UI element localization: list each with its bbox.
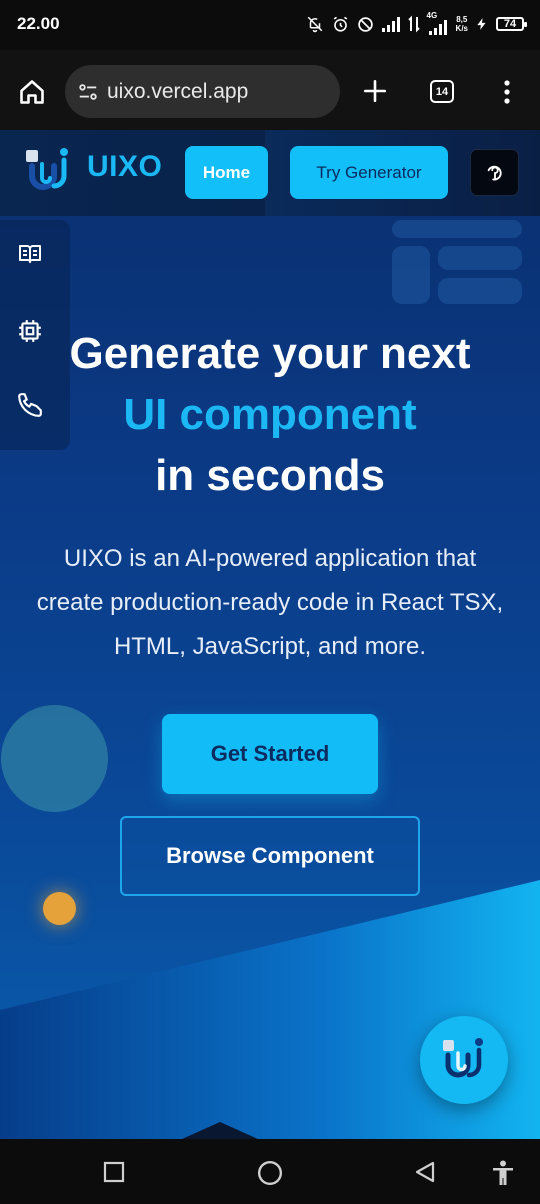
url-text[interactable]: uixo.vercel.app (107, 80, 248, 104)
browse-component-button[interactable]: Browse Component (120, 816, 420, 896)
system-navigation-bar (0, 1139, 540, 1204)
site-header: UIXO Home Try Generator (0, 130, 540, 216)
browser-toolbar: uixo.vercel.app 14 (0, 50, 540, 130)
status-time: 22.00 (17, 14, 60, 33)
status-bar: 22.00 4G 8,5 K/s 74 (0, 0, 540, 50)
battery-indicator: 74 (496, 17, 527, 31)
do-not-disturb-icon (357, 16, 373, 32)
signal-icon (381, 17, 400, 32)
site-settings-icon[interactable] (77, 81, 99, 103)
decorative-triangle (182, 1122, 258, 1139)
data-transfer-icon (407, 15, 420, 33)
hero-subtitle: UIXO is an AI-powered application that c… (36, 545, 504, 660)
tab-switcher-button[interactable]: 14 (430, 80, 454, 103)
address-bar[interactable]: uixo.vercel.app (65, 65, 340, 118)
floating-chat-button[interactable] (420, 1016, 508, 1104)
decorative-orange-dot (43, 892, 76, 925)
more-menu-icon[interactable] (497, 79, 517, 105)
home-icon[interactable] (18, 78, 46, 106)
brand-name[interactable]: UIXO (87, 150, 162, 184)
notifications-off-icon (307, 16, 322, 33)
theme-toggle-button[interactable] (470, 149, 519, 196)
recent-apps-icon[interactable] (102, 1160, 126, 1184)
uixo-fab-logo-icon (443, 1038, 483, 1078)
net-speed-unit: K/s (455, 24, 468, 33)
charging-icon (477, 18, 486, 30)
uixo-logo-icon[interactable] (24, 146, 74, 194)
web-page: UIXO Home Try Generator Generate your ne… (0, 130, 540, 1139)
hero-title-highlight: UI component (123, 390, 417, 439)
net-speed-value: 8,5 (456, 15, 468, 24)
alarm-icon (333, 16, 347, 32)
home-circle-icon[interactable] (257, 1160, 283, 1186)
status-icons: 4G 8,5 K/s 74 (306, 11, 527, 35)
battery-level: 74 (503, 18, 517, 30)
hero-title-line-3: in seconds (155, 451, 385, 500)
tab-count: 14 (435, 85, 449, 98)
back-icon[interactable] (413, 1160, 437, 1184)
hero-title-line-1: Generate your next (69, 329, 471, 378)
nav-try-generator-button[interactable]: Try Generator (290, 146, 448, 199)
get-started-button[interactable]: Get Started (162, 714, 378, 794)
nav-home-button[interactable]: Home (185, 146, 268, 199)
decorative-blocks (392, 220, 522, 304)
decorative-circle (1, 705, 108, 812)
theme-swirl-icon (487, 165, 502, 180)
net-speed: 8,5 K/s (456, 15, 468, 33)
signal-4g-icon: 4G (427, 11, 449, 35)
hero-title: Generate your next UI component in secon… (0, 323, 540, 506)
new-tab-icon[interactable] (362, 78, 388, 104)
accessibility-icon[interactable] (491, 1160, 515, 1186)
book-icon[interactable] (17, 242, 43, 266)
